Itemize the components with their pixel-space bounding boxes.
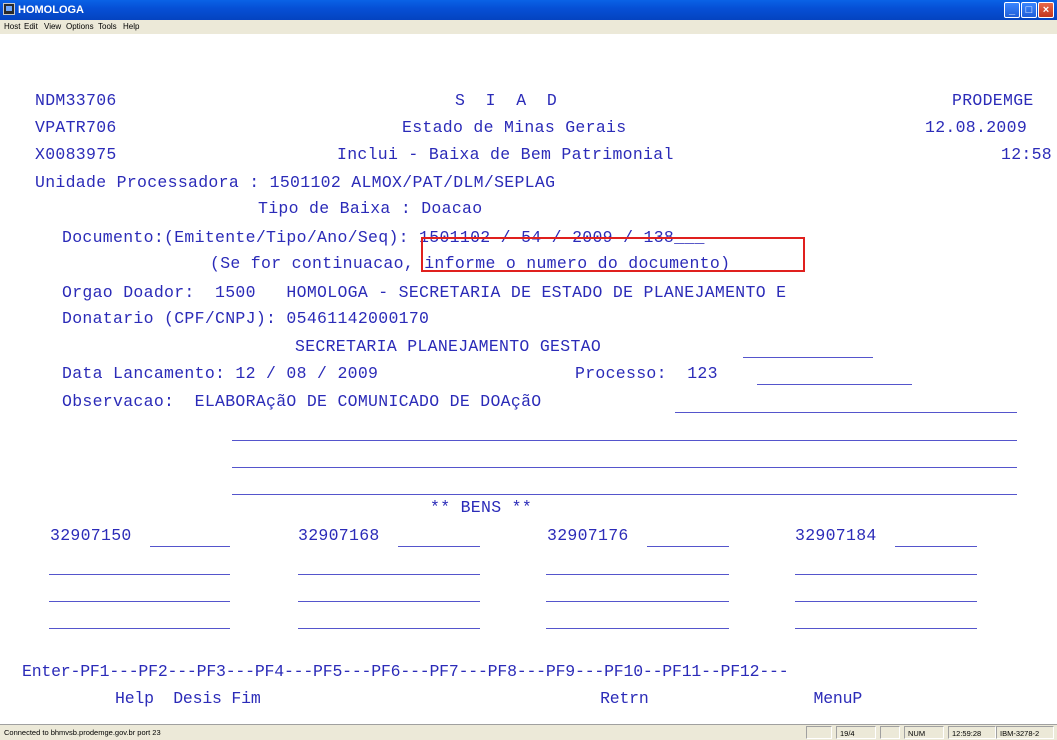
bem-field-line[interactable] — [546, 574, 729, 575]
bem-code-4[interactable]: 32907184 — [795, 524, 877, 547]
bens-title: ** BENS ** — [430, 498, 533, 517]
cursor-position: 19/4 — [836, 726, 876, 739]
donatario-nome-field-line[interactable] — [743, 357, 873, 358]
bem-field-line[interactable] — [895, 546, 977, 547]
bem-field-line[interactable] — [795, 601, 977, 602]
orgao-doador: Orgao Doador: 1500 HOMOLOGA - SECRETARIA… — [62, 283, 787, 302]
processo-field-line[interactable] — [757, 384, 912, 385]
connection-status: Connected to bhmvsb.prodemge.gov.br port… — [4, 728, 161, 737]
state-name: Estado de Minas Gerais — [402, 118, 627, 137]
bem-code-3[interactable]: 32907176 — [547, 524, 629, 547]
status-blank — [880, 726, 900, 739]
pf-key-labels[interactable]: Help Desis Fim Retrn MenuP — [115, 687, 862, 710]
screen-date: 12.08.2009 — [925, 118, 1028, 137]
donatario: Donatario (CPF/CNPJ): 05461142000170 — [62, 309, 430, 328]
terminal-type: IBM-3278-2 — [996, 726, 1054, 739]
pf-key-row: Enter-PF1---PF2---PF3---PF4---PF5---PF6-… — [22, 662, 789, 681]
menu-options[interactable]: Options — [66, 20, 94, 34]
bem-field-line[interactable] — [398, 546, 480, 547]
donatario-nome: SECRETARIA PLANEJAMENTO GESTAO — [295, 337, 602, 356]
status-blank — [806, 726, 832, 739]
menu-edit[interactable]: Edit — [24, 20, 38, 34]
title-bar: HOMOLOGA _ □ × — [0, 0, 1057, 20]
num-lock-indicator: NUM — [904, 726, 944, 739]
user-id: X0083975 — [35, 145, 117, 164]
close-button[interactable]: × — [1038, 2, 1054, 18]
menu-bar: Host Edit View Options Tools Help — [0, 20, 1057, 34]
status-clock: 12:59:28 — [948, 726, 996, 739]
bem-field-line[interactable] — [546, 601, 729, 602]
system-name: S I A D — [455, 91, 558, 110]
bem-field-line[interactable] — [298, 628, 480, 629]
tipo-baixa: Tipo de Baixa : Doacao — [258, 199, 483, 218]
bem-code-1[interactable]: 32907150 — [50, 524, 132, 547]
bem-field-line[interactable] — [150, 546, 230, 547]
bem-field-line[interactable] — [49, 601, 230, 602]
company-name: PRODEMGE — [952, 91, 1034, 110]
bem-field-line[interactable] — [546, 628, 729, 629]
processo: Processo: 123 — [575, 364, 718, 383]
terminal-app-icon — [3, 3, 15, 15]
bem-field-line[interactable] — [298, 574, 480, 575]
screen-title: Inclui - Baixa de Bem Patrimonial — [337, 145, 674, 164]
bem-field-line[interactable] — [298, 601, 480, 602]
data-lancamento: Data Lancamento: 12 / 08 / 2009 — [62, 364, 379, 383]
program-id: NDM33706 — [35, 91, 117, 110]
minimize-button[interactable]: _ — [1004, 2, 1020, 18]
observacao: Observacao: ELABORAçãO DE COMUNICADO DE … — [62, 392, 542, 411]
observacao-line-3[interactable] — [232, 467, 1017, 468]
maximize-button[interactable]: □ — [1021, 2, 1037, 18]
bem-field-line[interactable] — [49, 628, 230, 629]
observacao-line-2[interactable] — [232, 440, 1017, 441]
status-bar: Connected to bhmvsb.prodemge.gov.br port… — [0, 724, 1057, 740]
screen-time: 12:58 — [1001, 145, 1053, 164]
bem-field-line[interactable] — [795, 628, 977, 629]
unidade-processadora: Unidade Processadora : 1501102 ALMOX/PAT… — [35, 173, 556, 192]
menu-help[interactable]: Help — [123, 20, 139, 34]
menu-host[interactable]: Host — [4, 20, 20, 34]
bem-field-line[interactable] — [647, 546, 729, 547]
menu-view[interactable]: View — [44, 20, 61, 34]
menu-tools[interactable]: Tools — [98, 20, 117, 34]
bem-code-2[interactable]: 32907168 — [298, 524, 380, 547]
window-title: HOMOLOGA — [18, 4, 84, 16]
observacao-line-4[interactable] — [232, 494, 1017, 495]
transaction-id: VPATR706 — [35, 118, 117, 137]
bem-field-line[interactable] — [49, 574, 230, 575]
bem-field-line[interactable] — [795, 574, 977, 575]
highlight-annotation-box — [421, 237, 805, 272]
observacao-line-1[interactable] — [675, 412, 1017, 413]
